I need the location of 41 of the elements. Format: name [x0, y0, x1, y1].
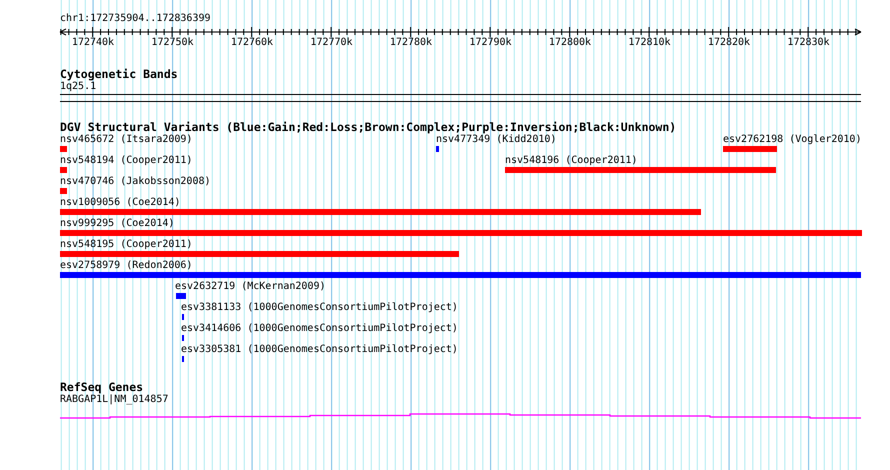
track-title: RefSeq Genes — [60, 381, 144, 394]
variant-label: nsv548196 (Cooper2011) — [505, 155, 638, 167]
variant-label: nsv1009056 (Coe2014) — [60, 197, 180, 209]
variant-bar[interactable] — [60, 209, 701, 215]
gene-label: RABGAP1L|NM_014857 — [60, 394, 168, 406]
variant-label: esv2632719 (McKernan2009) — [175, 281, 326, 293]
variant-label: esv3305381 (1000GenomesConsortiumPilotProject) — [181, 344, 458, 356]
band-label: 1q25.1 — [60, 81, 96, 93]
track-title: Cytogenetic Bands — [60, 68, 178, 81]
ruler-tick-label: 172790k — [469, 37, 512, 49]
variant-label: esv3414606 (1000GenomesConsortiumPilotProject) — [181, 323, 458, 335]
variant-label: nsv548194 (Cooper2011) — [60, 155, 192, 167]
track-title: DGV Structural Variants (Blue:Gain;Red:Loss;Brown:Complex;Purple:Inversion;Black:Unknown) — [60, 121, 676, 134]
ruler-tick-label: 172760k — [230, 37, 274, 49]
variant-label: esv2758979 (Redon2006) — [60, 260, 192, 272]
ruler-tick-label: 172820k — [708, 37, 750, 49]
variant-bar[interactable] — [436, 146, 439, 152]
variant-label: esv2762198 (Vogler2010) — [723, 134, 862, 146]
variant-bar[interactable] — [60, 167, 67, 173]
variant-bar[interactable] — [60, 272, 861, 278]
variant-label: nsv465672 (Itsara2009) — [60, 134, 192, 146]
variant-label: nsv999295 (Coe2014) — [60, 218, 174, 230]
chromosome-location: chr1:172735904..172836399 — [60, 13, 211, 25]
variant-label: nsv548195 (Cooper2011) — [60, 239, 192, 251]
ruler-tick-label: 172800k — [548, 37, 592, 49]
variant-bar[interactable] — [60, 146, 67, 152]
ruler-tick-label: 172830k — [787, 37, 830, 49]
ruler-tick-label: 172750k — [151, 37, 194, 49]
ruler-tick-label: 172740k — [72, 37, 114, 49]
variant-label: nsv470746 (Jakobsson2008) — [60, 176, 211, 188]
variant-bar[interactable] — [505, 167, 776, 173]
variant-label: esv3381133 (1000GenomesConsortiumPilotProject) — [181, 302, 458, 314]
variant-bar[interactable] — [723, 146, 777, 152]
variant-bar[interactable] — [60, 230, 862, 236]
ruler-tick-label: 172770k — [310, 37, 353, 49]
ruler-tick-label: 172810k — [628, 37, 671, 49]
variant-bar[interactable] — [60, 188, 67, 194]
variant-bar[interactable] — [176, 293, 186, 299]
ruler-tick-label: 172780k — [390, 37, 432, 49]
variant-bar[interactable] — [60, 251, 459, 257]
variant-label: nsv477349 (Kidd2010) — [436, 134, 556, 146]
